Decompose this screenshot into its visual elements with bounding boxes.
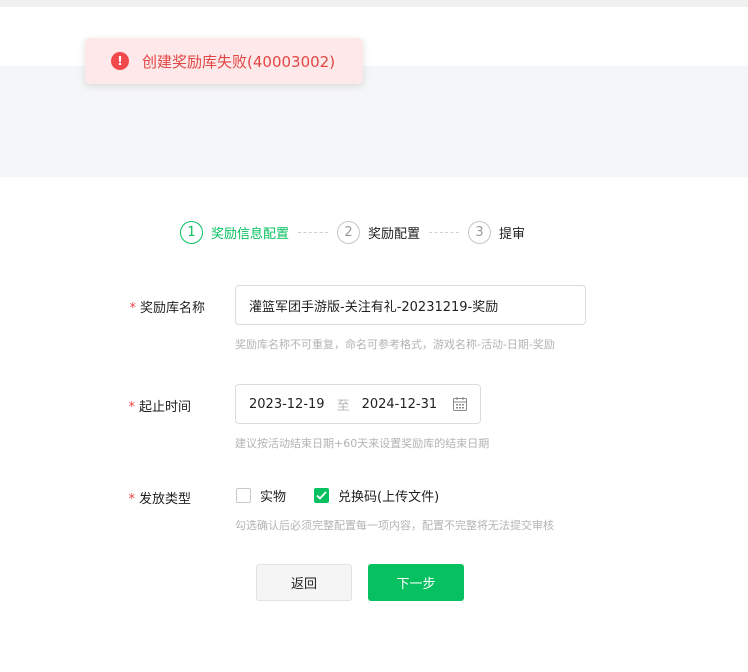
steps-indicator: 1 奖励信息配置 2 奖励配置 3 提审: [180, 219, 525, 245]
end-date[interactable]: 2024-12-31: [362, 397, 438, 412]
type-row: * 发放类型 实物 兑换码(上传文件) 勾选确认后必须完整配置每一项内容，配置不完…: [0, 486, 748, 536]
date-range-picker[interactable]: 2023-12-19 至 2024-12-31: [235, 384, 481, 424]
name-hint: 奖励库名称不可重复，命名可参考格式，游戏名称-活动-日期-奖励: [235, 338, 555, 351]
option-redeem-code[interactable]: 兑换码(上传文件): [314, 486, 439, 505]
step-label: 提审: [499, 226, 526, 242]
option-physical[interactable]: 实物: [236, 486, 286, 505]
type-hint: 勾选确认后必须完整配置每一项内容，配置不完整将无法提交审核: [235, 519, 554, 532]
step-2: 2 奖励配置: [337, 220, 421, 244]
step-connector: [298, 231, 329, 233]
start-date[interactable]: 2023-12-19: [249, 397, 325, 412]
type-label: * 发放类型: [128, 492, 191, 507]
step-1: 1 奖励信息配置: [180, 220, 290, 244]
required-mark: *: [128, 492, 135, 507]
checkbox-checked[interactable]: [314, 488, 330, 503]
name-label: * 奖励库名称: [129, 301, 205, 316]
name-row: * 奖励库名称 灌篮军团手游版-关注有礼-20231219-奖励 奖励库名称不可重…: [0, 285, 748, 365]
checkbox[interactable]: [236, 488, 251, 503]
toast-message: 创建奖励库失败(40003002): [142, 52, 336, 71]
option-label: 兑换码(上传文件): [338, 490, 440, 505]
step-3: 3 提审: [468, 220, 526, 244]
check-icon: [316, 491, 327, 500]
required-mark: *: [128, 400, 135, 415]
step-label: 奖励配置: [368, 226, 421, 242]
period-hint: 建议按活动结束日期+60天来设置奖励库的结束日期: [235, 437, 490, 450]
type-options: 实物 兑换码(上传文件): [236, 486, 467, 505]
period-label: * 起止时间: [128, 400, 191, 415]
range-separator: 至: [336, 398, 350, 414]
option-label: 实物: [260, 490, 287, 505]
required-mark: *: [129, 301, 136, 316]
error-toast: ! 创建奖励库失败(40003002): [85, 38, 363, 84]
step-number: 2: [337, 220, 361, 244]
error-icon: !: [111, 52, 129, 70]
period-row: * 起止时间 2023-12-19 至 2024-12-31 建议按活动结束日期+…: [0, 384, 748, 464]
top-divider: [0, 0, 748, 7]
back-button[interactable]: 返回: [256, 564, 352, 601]
step-connector: [429, 231, 460, 233]
name-input[interactable]: 灌篮军团手游版-关注有礼-20231219-奖励: [235, 285, 586, 325]
step-number: 1: [180, 220, 203, 244]
next-step-button[interactable]: 下一步: [368, 564, 464, 601]
calendar-icon[interactable]: [452, 396, 468, 412]
step-number: 3: [468, 220, 492, 244]
step-label: 奖励信息配置: [211, 226, 290, 242]
